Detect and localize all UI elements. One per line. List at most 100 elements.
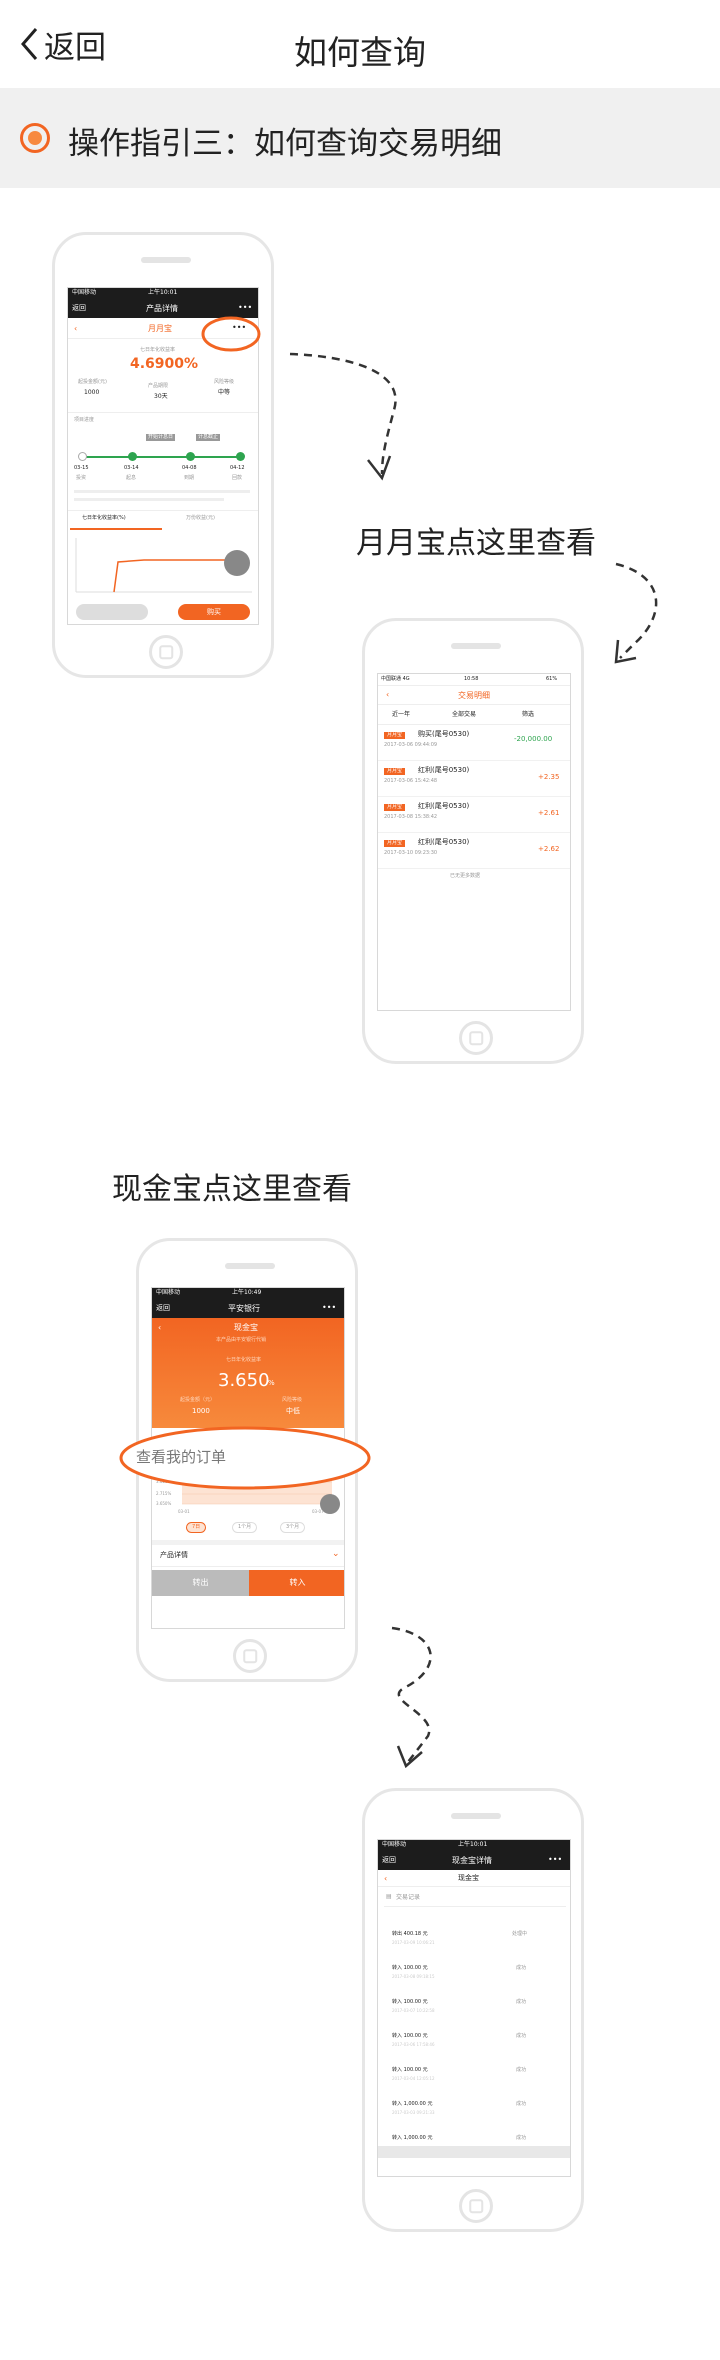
status-time: 10:58 <box>464 676 479 682</box>
range-tab[interactable]: 3个月 <box>280 1522 306 1533</box>
app-back-button[interactable]: 返回 <box>382 1857 396 1864</box>
app-back-button[interactable]: 返回 <box>72 305 86 312</box>
order-highlight[interactable]: 查看我的订单 <box>118 1424 372 1492</box>
row-amount: -20,000.00 <box>514 735 553 743</box>
status-bar: 中国联通 4G 10:58 61% <box>378 674 570 686</box>
list-item[interactable]: 转出 400.18 元 2017-03-09 10:06:21 处理中 <box>378 1932 570 1956</box>
more-icon[interactable]: ••• <box>548 1856 562 1864</box>
transfer-out-button[interactable]: 转出 <box>152 1570 249 1596</box>
list-item[interactable]: 月月宝 购买(尾号0530) 2017-03-06 09:44:09 -20,0… <box>378 730 570 760</box>
row-name: 购买(尾号0530) <box>418 730 470 738</box>
timeline-date: 03-15 <box>74 465 89 471</box>
row-date: 2017-03-08 09:18:15 <box>392 1974 435 1979</box>
filter-type[interactable]: 全部交易 <box>452 712 476 718</box>
timeline-line <box>82 456 242 458</box>
min-amount-label: 起投金额（元） <box>180 1397 216 1403</box>
chevron-left-icon[interactable]: ‹ <box>384 1875 387 1883</box>
range-tab[interactable]: 7日 <box>186 1522 207 1533</box>
carrier: 中国移动 <box>72 289 97 296</box>
app-title: 现金宝详情 <box>452 1856 492 1865</box>
list-item[interactable]: 月月宝 红利(尾号0530) 2017-03-10 09:23:30 +2.62 <box>378 838 570 868</box>
divider <box>378 760 570 761</box>
product-detail-link[interactable]: 产品详情 <box>160 1552 188 1559</box>
product-subtitle: 本产品由平安银行代销 <box>216 1337 267 1343</box>
timeline-dot <box>78 452 87 461</box>
min-amount-value: 1000 <box>192 1407 210 1415</box>
share-icon[interactable] <box>224 550 250 576</box>
chart-tab[interactable]: 七日年化收益率(%) <box>82 516 126 521</box>
carrier: 中国移动 <box>382 1841 407 1848</box>
carrier: 中国移动 <box>156 1289 181 1296</box>
speaker <box>451 643 501 649</box>
highlight-circle <box>201 316 261 352</box>
app-bar: 返回 现金宝详情 ••• <box>378 1852 570 1870</box>
chevron-left-icon[interactable]: ‹ <box>386 691 389 699</box>
range-tab[interactable]: 1个月 <box>232 1522 258 1533</box>
row-status: 成功 <box>516 2067 527 2073</box>
list-item[interactable]: 转入 100.00 元 2017-03-06 17:58:46 成功 <box>378 2034 570 2058</box>
row-date: 2017-03-08 15:38:42 <box>384 814 438 820</box>
filter-period[interactable]: 近一年 <box>392 712 410 718</box>
list-item[interactable]: 转入 100.00 元 2017-03-08 09:18:15 成功 <box>378 1966 570 1990</box>
chevron-down-icon[interactable]: ⌄ <box>332 1550 340 1559</box>
row-status: 成功 <box>516 2101 527 2107</box>
share-icon[interactable] <box>320 1494 340 1514</box>
chevron-left-icon[interactable]: ‹ <box>158 1324 161 1332</box>
row-date: 2017-03-06 15:42:48 <box>384 778 438 784</box>
rate-label: 七日年化收益率 <box>140 347 176 353</box>
divider <box>378 796 570 797</box>
status-time: 上午10:01 <box>148 289 178 296</box>
row-status: 处理中 <box>512 1931 528 1937</box>
transfer-in-button[interactable]: 转入 <box>249 1570 344 1596</box>
divider <box>68 412 258 413</box>
y-tick: 3.650% <box>156 1501 172 1506</box>
chart-tab[interactable]: 万份收益(元) <box>186 516 215 521</box>
list-item[interactable]: 转入 100.00 元 2017-03-04 12:05:12 成功 <box>378 2068 570 2092</box>
app-back-button[interactable]: 返回 <box>156 1305 170 1312</box>
product-name: 现金宝 <box>234 1323 258 1332</box>
rate-label: 七日年化收益率 <box>226 1357 262 1363</box>
more-icon[interactable]: ••• <box>322 1304 336 1312</box>
row-amount: +2.35 <box>538 773 560 781</box>
list-item[interactable]: 月月宝 红利(尾号0530) 2017-03-06 15:42:48 +2.35 <box>378 766 570 796</box>
divider <box>152 1540 344 1545</box>
home-button <box>459 2189 493 2223</box>
divider <box>378 704 570 705</box>
divider <box>384 1906 566 1907</box>
timeline-date: 03-14 <box>124 465 139 471</box>
list-item[interactable]: 月月宝 红利(尾号0530) 2017-03-08 15:38:42 +2.61 <box>378 802 570 832</box>
product-tag: 月月宝 <box>384 768 406 775</box>
timeline-label: 投资 <box>76 475 87 481</box>
list-item[interactable]: 转入 1,000.00 元 2017-03-03 09:21:33 成功 <box>378 2102 570 2126</box>
chevron-left-icon[interactable]: ‹ <box>74 325 77 333</box>
row-name: 转入 100.00 元 <box>392 2033 428 2039</box>
stat-value: 1000 <box>84 389 100 396</box>
row-name: 转入 1,000.00 元 <box>392 2135 433 2141</box>
timeline-tag: 计息截止 <box>196 434 221 441</box>
row-name: 转入 100.00 元 <box>392 1999 428 2005</box>
more-icon[interactable]: ••• <box>238 304 252 312</box>
divider <box>68 510 258 511</box>
list-item[interactable]: 转入 100.00 元 2017-03-07 10:22:58 成功 <box>378 2000 570 2024</box>
product-name: 现金宝 <box>458 1874 479 1882</box>
home-button <box>233 1639 267 1673</box>
stats-row: 起投金额(元) 1000 产品期限 30天 风险等级 中等 <box>68 378 258 408</box>
speaker <box>141 257 191 263</box>
divider <box>378 868 570 869</box>
phone-frame-xianjinbao-detail: 中国移动 上午10:01 返回 现金宝详情 ••• ‹ 现金宝 ▤ 交易记录 转… <box>362 1788 584 2232</box>
divider <box>378 724 570 725</box>
home-button <box>149 635 183 669</box>
top-nav-bar: 返回 如何查询 <box>0 0 720 88</box>
stat-label: 产品期限 <box>148 383 169 389</box>
row-status: 成功 <box>516 1999 527 2005</box>
phone-screen: 中国移动 上午10:01 返回 现金宝详情 ••• ‹ 现金宝 ▤ 交易记录 转… <box>377 1839 571 2177</box>
row-date: 2017-03-09 10:06:21 <box>392 1940 435 1945</box>
section-title: 交易记录 <box>396 1894 421 1901</box>
filter-button[interactable]: 筛选 <box>522 712 534 718</box>
section-header: 操作指引三：如何查询交易明细 <box>0 88 720 188</box>
row-status: 成功 <box>516 2033 527 2039</box>
buy-button[interactable]: 购买 <box>178 604 250 620</box>
label-xianjinbao: 现金宝点这里查看 <box>112 1172 352 1207</box>
row-name: 红利(尾号0530) <box>418 766 470 774</box>
status-time: 上午10:01 <box>458 1841 488 1848</box>
